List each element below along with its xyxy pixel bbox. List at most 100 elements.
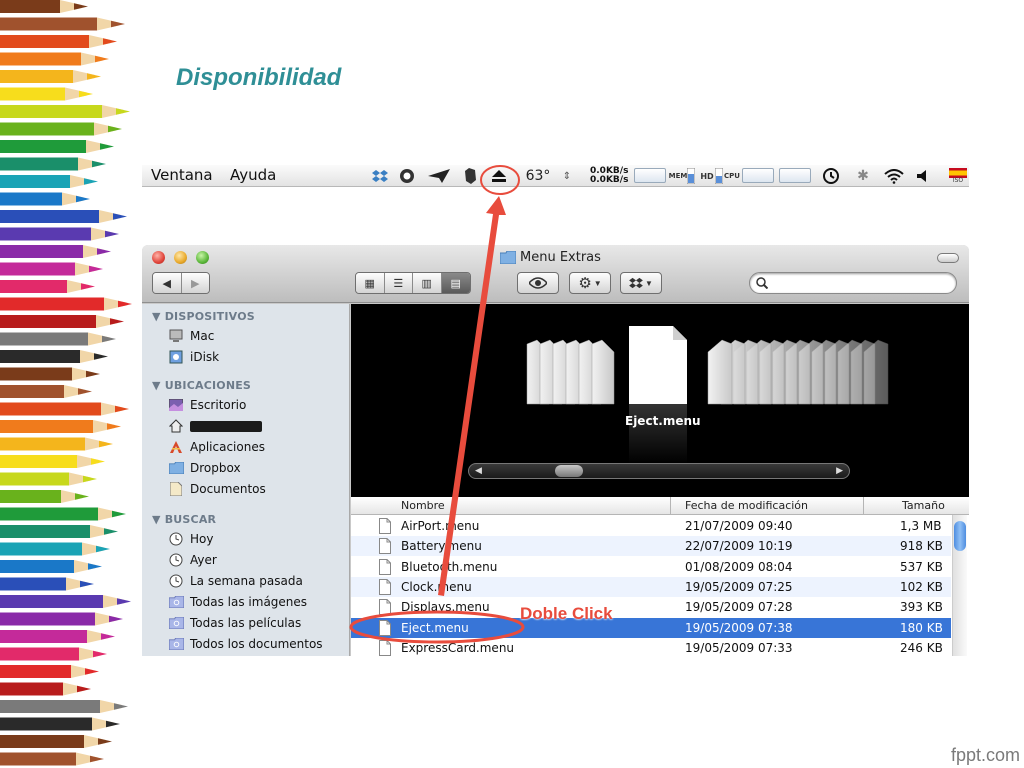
coverflow-scroll-thumb[interactable] bbox=[555, 465, 583, 477]
dropbox-icon[interactable] bbox=[370, 165, 390, 187]
plane-icon[interactable] bbox=[426, 165, 452, 187]
dropbox-menu-button[interactable]: ▼ bbox=[620, 272, 662, 294]
eye-icon bbox=[529, 277, 547, 289]
table-row[interactable]: AirPort.menu 21/07/2009 09:40 1,3 MB bbox=[351, 516, 951, 536]
action-menu-button[interactable]: ⚙ ▼ bbox=[569, 272, 611, 294]
pencil bbox=[0, 542, 110, 556]
pencil bbox=[0, 595, 131, 608]
pencil bbox=[0, 140, 114, 153]
file-name: Eject.menu bbox=[401, 620, 469, 635]
table-row[interactable]: Clock.menu 19/05/2009 07:25 102 KB bbox=[351, 576, 951, 597]
search-input[interactable] bbox=[774, 275, 950, 291]
sidebar-header-search[interactable]: ▼ BUSCAR bbox=[152, 513, 216, 526]
pencil bbox=[0, 420, 121, 433]
sidebar-item-hoy[interactable]: Hoy bbox=[168, 529, 213, 549]
column-size[interactable]: Tamaño bbox=[902, 499, 945, 512]
network-graph[interactable] bbox=[634, 168, 666, 183]
hd-bar-icon[interactable] bbox=[714, 165, 724, 187]
icon-view-button[interactable]: ▦ bbox=[356, 273, 385, 293]
evernote-icon[interactable] bbox=[460, 165, 480, 187]
coverflow-view[interactable]: Eject.menu ◀ ▶ bbox=[351, 304, 969, 497]
table-row[interactable]: ExpressCard.menu 19/05/2009 07:33 246 KB bbox=[351, 638, 951, 656]
wifi-icon[interactable] bbox=[882, 165, 906, 187]
column-date[interactable]: Fecha de modificación bbox=[685, 499, 808, 512]
sidebar-item-ayer[interactable]: Ayer bbox=[168, 550, 217, 570]
sidebar-item-todas-imagenes[interactable]: Todas las imágenes bbox=[168, 592, 307, 612]
back-button[interactable]: ◀ bbox=[153, 273, 182, 293]
zoom-button[interactable] bbox=[196, 251, 209, 264]
file-size: 537 KB bbox=[900, 559, 943, 574]
sidebar-header-devices[interactable]: ▼ DISPOSITIVOS bbox=[152, 310, 255, 323]
vertical-scrollbar[interactable] bbox=[952, 515, 967, 656]
pencil bbox=[0, 87, 93, 101]
coverflow-scrollbar[interactable]: ◀ ▶ bbox=[468, 463, 850, 479]
file-date: 19/05/2009 07:28 bbox=[685, 600, 793, 615]
sidebar-item-escritorio[interactable]: Escritorio bbox=[168, 395, 246, 415]
net-down: 0.0KB/s bbox=[590, 175, 629, 185]
table-row[interactable]: Bluetooth.menu 01/08/2009 08:04 537 KB bbox=[351, 557, 951, 577]
table-row[interactable]: Eject.menu 19/05/2009 07:38 180 KB bbox=[351, 617, 951, 638]
temperature-readout[interactable]: 63° bbox=[518, 165, 558, 187]
pencil bbox=[0, 490, 89, 503]
file-size: 246 KB bbox=[900, 640, 943, 655]
mem-bar-icon[interactable] bbox=[686, 165, 696, 187]
sidebar-item-idisk[interactable]: iDisk bbox=[168, 347, 219, 367]
scroll-right-icon[interactable]: ▶ bbox=[836, 465, 843, 476]
cpu-graph[interactable] bbox=[742, 168, 774, 183]
pencil bbox=[0, 735, 112, 748]
pencil bbox=[0, 630, 115, 643]
smart-folder-icon bbox=[168, 615, 184, 631]
close-button[interactable] bbox=[152, 251, 165, 264]
menu-ventana[interactable]: Ventana bbox=[151, 166, 213, 184]
sidebar-item-aplicaciones[interactable]: Aplicaciones bbox=[168, 437, 265, 457]
vertical-scroll-thumb[interactable] bbox=[954, 521, 966, 551]
home-icon bbox=[168, 418, 184, 434]
forward-button[interactable]: ▶ bbox=[181, 273, 209, 293]
coverflow-cover[interactable] bbox=[591, 339, 615, 405]
coverflow-label: Eject.menu bbox=[625, 414, 701, 428]
temperature-stepper-icon[interactable]: ⇕ bbox=[560, 165, 574, 187]
file-size: 102 KB bbox=[900, 579, 943, 594]
table-row[interactable]: Displays.menu 19/05/2009 07:28 393 KB bbox=[351, 597, 951, 617]
sidebar-item-todas-peliculas[interactable]: Todas las películas bbox=[168, 613, 301, 633]
flag-icon[interactable]: ISO bbox=[948, 165, 968, 187]
bluetooth-icon[interactable]: ✱ bbox=[854, 165, 872, 187]
coverflow-view-button[interactable]: ▤ bbox=[441, 273, 470, 293]
sidebar-item-semana-pasada[interactable]: La semana pasada bbox=[168, 571, 303, 591]
list-view-button[interactable]: ☰ bbox=[384, 273, 413, 293]
sidebar-item-dropbox[interactable]: Dropbox bbox=[168, 458, 241, 478]
eject-icon[interactable] bbox=[488, 165, 510, 187]
search-field[interactable] bbox=[749, 272, 957, 294]
minimize-button[interactable] bbox=[174, 251, 187, 264]
window-title: Menu Extras bbox=[500, 250, 601, 265]
network-rates[interactable]: 0.0KB/s 0.0KB/s bbox=[590, 167, 628, 185]
coverflow-cover[interactable] bbox=[707, 339, 733, 405]
sidebar-item-todos-documentos[interactable]: Todos los documentos bbox=[168, 634, 323, 654]
quick-look-button[interactable] bbox=[517, 272, 559, 294]
file-date: 19/05/2009 07:25 bbox=[685, 579, 793, 594]
volume-icon[interactable] bbox=[914, 165, 932, 187]
time-machine-icon[interactable] bbox=[820, 165, 842, 187]
pencil bbox=[0, 280, 95, 293]
column-view-button[interactable]: ▥ bbox=[413, 273, 442, 293]
pencil bbox=[0, 70, 101, 83]
sidebar-item-documentos[interactable]: Documentos bbox=[168, 479, 266, 499]
file-size: 393 KB bbox=[900, 600, 943, 615]
column-name[interactable]: Nombre bbox=[401, 499, 445, 512]
clock-icon bbox=[168, 552, 184, 568]
sidebar-item-mac[interactable]: Mac bbox=[168, 326, 214, 346]
pencil bbox=[0, 262, 103, 276]
desktop-icon bbox=[168, 397, 184, 413]
sidebar-header-places[interactable]: ▼ UBICACIONES bbox=[152, 379, 251, 392]
sidebar-item-label: Aplicaciones bbox=[190, 440, 265, 454]
scroll-left-icon[interactable]: ◀ bbox=[475, 465, 482, 476]
sidebar-item-home[interactable] bbox=[168, 416, 262, 436]
table-row[interactable]: Battery.menu 22/07/2009 10:19 918 KB bbox=[351, 536, 951, 557]
sidebar-item-label: Dropbox bbox=[190, 461, 241, 475]
gear-icon: ⚙ bbox=[578, 275, 592, 292]
menu-ayuda[interactable]: Ayuda bbox=[230, 166, 276, 184]
cpu-graph-2[interactable] bbox=[779, 168, 811, 183]
app-icon[interactable] bbox=[397, 165, 417, 187]
toolbar-toggle-button[interactable] bbox=[937, 253, 959, 263]
titlebar: Menu Extras ◀ ▶ ▦ ☰ ▥ ▤ ⚙ ▼ ▼ bbox=[142, 245, 969, 303]
